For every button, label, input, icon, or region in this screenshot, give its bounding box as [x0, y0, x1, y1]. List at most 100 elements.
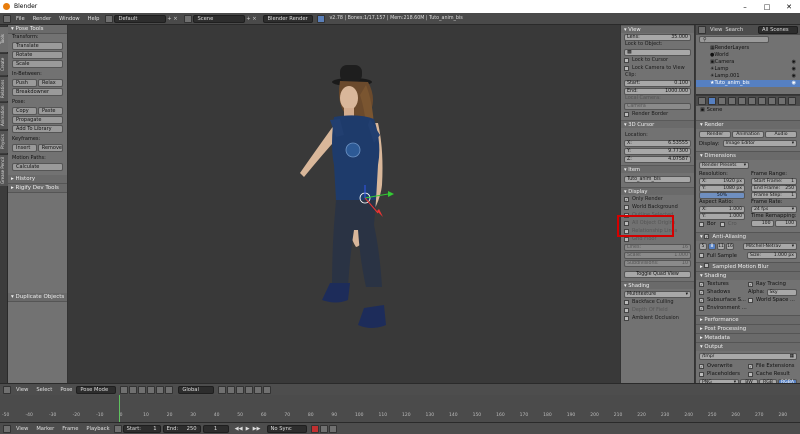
menu-file[interactable]: File: [12, 16, 29, 22]
overwrite-checkbox[interactable]: ✓ Overwrite: [699, 363, 748, 369]
placeholders-checkbox[interactable]: Placeholders: [699, 371, 748, 377]
3d-viewport[interactable]: [68, 25, 620, 383]
outliner-editor-icon[interactable]: [698, 26, 706, 34]
constraints-tab-icon[interactable]: [758, 97, 766, 105]
play-icon[interactable]: ▶: [246, 426, 250, 432]
cursor-y-field[interactable]: Y: 9.77300: [624, 148, 691, 155]
grid-scale-field[interactable]: Scale: 1.000: [624, 252, 691, 259]
grid-lines-field[interactable]: Lines: 16: [624, 244, 691, 251]
remove-layout-icon[interactable]: ×: [172, 16, 178, 22]
render-panel-header[interactable]: ▾ Render: [696, 120, 800, 129]
checkmark-icon[interactable]: ✓: [704, 234, 710, 239]
tab-create[interactable]: Create: [0, 53, 8, 75]
aspect-y-field[interactable]: Y: 1.000: [699, 213, 745, 220]
keying-set-icon[interactable]: [319, 424, 328, 433]
bone-tab-icon[interactable]: [778, 97, 786, 105]
performance-header[interactable]: ▸ Performance: [696, 315, 800, 324]
grid-subdivisions-field[interactable]: Subdivisions: 10: [624, 260, 691, 267]
jump-start-icon[interactable]: ◀◀: [235, 426, 243, 432]
menu-render[interactable]: Render: [29, 16, 55, 22]
cache-result-checkbox[interactable]: Cache Result: [748, 371, 797, 377]
scene-tab-icon[interactable]: [728, 97, 736, 105]
preview-range-icon[interactable]: [113, 424, 122, 433]
backface-culling-checkbox[interactable]: Backface Culling: [621, 298, 694, 306]
world-tab-icon[interactable]: [738, 97, 746, 105]
properties-editor-icon[interactable]: [698, 97, 706, 105]
3d-cursor-header[interactable]: ▾ 3D Cursor: [621, 120, 694, 128]
shading-header[interactable]: ▾ Shading: [696, 271, 800, 280]
paste-pose-button[interactable]: Paste: [38, 107, 63, 115]
lock-to-cursor-checkbox[interactable]: Lock to Cursor: [621, 56, 694, 64]
alpha-select[interactable]: Sky: [766, 288, 797, 296]
manipulator-icon[interactable]: [138, 385, 147, 394]
frame-rate-select[interactable]: 24 fps ▾: [751, 206, 797, 213]
tab-grease-pencil[interactable]: Grease Pencil: [0, 154, 8, 186]
sync-select[interactable]: No Sync: [266, 424, 307, 433]
shadows-checkbox[interactable]: ✓ Shadows: [699, 289, 748, 295]
remove-scene-icon[interactable]: ×: [251, 16, 257, 22]
clip-end-field[interactable]: End: 1000.000: [624, 88, 691, 95]
resolution-x-field[interactable]: X: 1920 px: [699, 178, 745, 185]
full-sample-checkbox[interactable]: Full Sample: [699, 253, 743, 259]
render-preview-icon[interactable]: [263, 385, 272, 394]
outliner-item-lamp-001[interactable]: ☀ Lamp.001 ◉: [696, 73, 800, 80]
timeline-view-menu[interactable]: View: [12, 426, 32, 432]
tab-animation[interactable]: Animation: [0, 102, 8, 129]
border-checkbox[interactable]: Bor: [699, 221, 716, 227]
timeline-area[interactable]: -50 -40 -30 -20 -10 0 10 20 30 40 50 60 70 80 90 100 110…: [0, 395, 800, 422]
render-border-checkbox[interactable]: Render Border: [621, 110, 694, 118]
add-to-library-button[interactable]: Add To Library: [12, 125, 63, 133]
duplicate-objects-header[interactable]: ▾ Duplicate Objects: [8, 293, 67, 302]
frame-menu[interactable]: Frame: [58, 426, 82, 432]
maximize-icon[interactable]: □: [756, 3, 778, 11]
bone-constraints-tab-icon[interactable]: [788, 97, 796, 105]
depth-of-field-checkbox[interactable]: Depth Of Field: [621, 306, 694, 314]
render-presets-select[interactable]: Render Presets ▾: [699, 162, 749, 169]
translate-icon[interactable]: [147, 385, 156, 394]
ambient-occlusion-checkbox[interactable]: Ambient Occlusion: [621, 314, 694, 322]
outliner-item-world[interactable]: ● World: [696, 52, 800, 59]
render-layers-tab-icon[interactable]: [718, 97, 726, 105]
history-header[interactable]: ▸ History: [8, 175, 67, 184]
scene-icon[interactable]: [184, 14, 193, 23]
local-camera-field[interactable]: Camera: [624, 103, 691, 110]
breakdowner-button[interactable]: Breakdowner: [12, 88, 63, 96]
visibility-eye-icon[interactable]: ◉: [792, 59, 796, 66]
snap-icon[interactable]: [245, 385, 254, 394]
layers-icon[interactable]: [218, 385, 227, 394]
animation-button[interactable]: Animation: [732, 131, 764, 138]
aa-samples-5[interactable]: 5: [699, 243, 707, 250]
remap-old-field[interactable]: 100: [751, 220, 774, 227]
frame-step-field[interactable]: Frame Step: 1: [751, 192, 797, 199]
rotate-button[interactable]: Rotate: [12, 51, 63, 59]
cursor-x-field[interactable]: X: 6.53555: [624, 140, 691, 147]
folder-icon[interactable]: ▦: [790, 354, 794, 359]
outliner-search-menu[interactable]: Search: [725, 27, 743, 33]
audio-button[interactable]: Audio: [765, 131, 797, 138]
pivot-icon[interactable]: [129, 385, 138, 394]
outliner-display-mode[interactable]: All Scenes: [758, 26, 798, 34]
resolution-y-field[interactable]: Y: 1080 px: [699, 185, 745, 192]
outliner-item-tuto-anim-bis[interactable]: ★ Tuto_anim_bis ◉: [696, 80, 800, 87]
shading-mode-select[interactable]: Multitexture ▾: [624, 291, 691, 298]
rotate-icon[interactable]: [156, 385, 165, 394]
close-icon[interactable]: ✕: [778, 3, 800, 11]
select-menu[interactable]: Select: [32, 387, 56, 393]
world-background-checkbox[interactable]: World Background: [621, 203, 694, 211]
ray-tracing-checkbox[interactable]: ✓ Ray Tracing: [748, 281, 797, 287]
file-extensions-checkbox[interactable]: ✓ File Extensions: [748, 363, 797, 369]
environment-checkbox[interactable]: ✓ Environment ...: [699, 305, 797, 311]
jump-end-icon[interactable]: ▶▶: [253, 426, 261, 432]
menu-help[interactable]: Help: [84, 16, 104, 22]
aspect-x-field[interactable]: X: 1.000: [699, 206, 745, 213]
aa-samples-11[interactable]: 11: [717, 243, 725, 250]
record-icon[interactable]: [310, 424, 319, 433]
only-render-checkbox[interactable]: ✓ Only Render: [621, 195, 694, 203]
tab-relations[interactable]: Relations: [0, 76, 8, 101]
render-button[interactable]: Render: [699, 131, 731, 138]
relax-button[interactable]: Relax: [38, 79, 63, 87]
aa-size-field[interactable]: Size: 1.000 px: [747, 252, 797, 259]
rigify-header[interactable]: ▸ Rigify Dev Tools: [8, 184, 67, 193]
mode-select[interactable]: Pose Mode: [76, 385, 117, 394]
metadata-header[interactable]: ▸ Metadata: [696, 333, 800, 342]
